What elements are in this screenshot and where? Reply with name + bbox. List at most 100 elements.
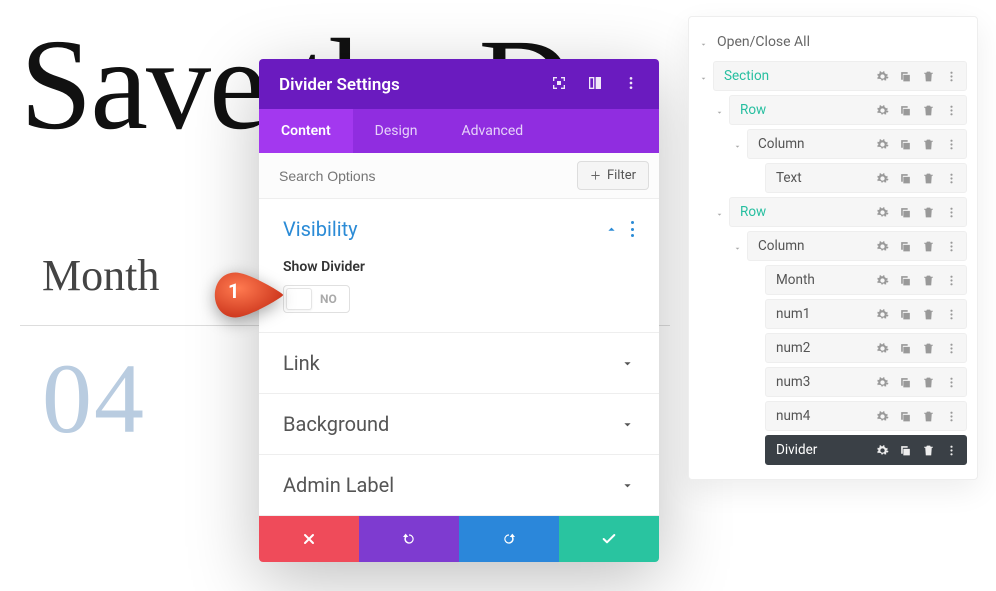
undo-icon bbox=[401, 531, 417, 547]
trash-icon[interactable] bbox=[922, 138, 935, 151]
more-vertical-icon[interactable] bbox=[945, 70, 958, 83]
layers-panel: Open/Close All Section Row Column Text Row Co… bbox=[688, 16, 978, 480]
section-admin-label-title: Admin Label bbox=[283, 473, 394, 497]
trash-icon[interactable] bbox=[922, 342, 935, 355]
duplicate-icon[interactable] bbox=[899, 410, 912, 423]
chevron-down-icon[interactable] bbox=[733, 139, 743, 149]
check-icon bbox=[601, 531, 617, 547]
duplicate-icon[interactable] bbox=[899, 376, 912, 389]
modal-tabs: Content Design Advanced bbox=[259, 109, 659, 153]
duplicate-icon[interactable] bbox=[899, 444, 912, 457]
plus-icon bbox=[590, 170, 601, 181]
more-vertical-icon[interactable] bbox=[945, 206, 958, 219]
trash-icon[interactable] bbox=[922, 70, 935, 83]
layer-node-row[interactable]: Row bbox=[729, 197, 967, 227]
duplicate-icon[interactable] bbox=[899, 342, 912, 355]
layer-node-num4[interactable]: num4 bbox=[765, 401, 967, 431]
open-close-all[interactable]: Open/Close All bbox=[699, 25, 967, 59]
duplicate-icon[interactable] bbox=[899, 138, 912, 151]
more-vertical-icon[interactable] bbox=[631, 221, 635, 237]
filter-button-label: Filter bbox=[607, 168, 636, 183]
chevron-down-icon[interactable] bbox=[715, 105, 725, 115]
duplicate-icon[interactable] bbox=[899, 308, 912, 321]
trash-icon[interactable] bbox=[922, 444, 935, 457]
show-divider-label: Show Divider bbox=[283, 259, 635, 275]
section-background-header[interactable]: Background bbox=[283, 412, 635, 436]
duplicate-icon[interactable] bbox=[899, 274, 912, 287]
more-vertical-icon[interactable] bbox=[945, 376, 958, 389]
section-admin-label-header[interactable]: Admin Label bbox=[283, 473, 635, 497]
expand-icon[interactable] bbox=[587, 75, 603, 95]
more-vertical-icon[interactable] bbox=[945, 274, 958, 287]
duplicate-icon[interactable] bbox=[899, 172, 912, 185]
module-settings-modal: Divider Settings Content Design Advanced bbox=[259, 59, 659, 562]
search-options-input[interactable] bbox=[279, 168, 577, 184]
layer-node-label: Divider bbox=[776, 442, 817, 458]
more-vertical-icon[interactable] bbox=[945, 444, 958, 457]
filter-button[interactable]: Filter bbox=[577, 161, 649, 190]
chevron-down-icon[interactable] bbox=[733, 241, 743, 251]
gear-icon[interactable] bbox=[876, 410, 889, 423]
more-vertical-icon[interactable] bbox=[945, 410, 958, 423]
trash-icon[interactable] bbox=[922, 240, 935, 253]
section-link-header[interactable]: Link bbox=[283, 351, 635, 375]
trash-icon[interactable] bbox=[922, 274, 935, 287]
tab-advanced[interactable]: Advanced bbox=[440, 109, 546, 153]
gear-icon[interactable] bbox=[876, 104, 889, 117]
modal-title: Divider Settings bbox=[279, 75, 400, 95]
duplicate-icon[interactable] bbox=[899, 240, 912, 253]
layer-node-month[interactable]: Month bbox=[765, 265, 967, 295]
save-button[interactable] bbox=[559, 516, 659, 562]
layer-node-num2[interactable]: num2 bbox=[765, 333, 967, 363]
trash-icon[interactable] bbox=[922, 104, 935, 117]
more-vertical-icon[interactable] bbox=[945, 308, 958, 321]
more-vertical-icon[interactable] bbox=[623, 75, 639, 95]
gear-icon[interactable] bbox=[876, 376, 889, 389]
layer-node-label: Row bbox=[740, 102, 766, 118]
more-vertical-icon[interactable] bbox=[945, 240, 958, 253]
layer-node-label: num3 bbox=[776, 374, 810, 390]
show-divider-toggle[interactable]: NO bbox=[283, 285, 350, 313]
trash-icon[interactable] bbox=[922, 206, 935, 219]
close-icon bbox=[301, 531, 317, 547]
tab-content[interactable]: Content bbox=[259, 109, 353, 153]
undo-button[interactable] bbox=[359, 516, 459, 562]
duplicate-icon[interactable] bbox=[899, 104, 912, 117]
gear-icon[interactable] bbox=[876, 138, 889, 151]
section-background: Background bbox=[259, 394, 659, 455]
gear-icon[interactable] bbox=[876, 274, 889, 287]
gear-icon[interactable] bbox=[876, 240, 889, 253]
layer-node-column[interactable]: Column bbox=[747, 129, 967, 159]
gear-icon[interactable] bbox=[876, 206, 889, 219]
chevron-down-icon[interactable] bbox=[699, 71, 709, 81]
layer-node-section[interactable]: Section bbox=[713, 61, 967, 91]
snap-icon[interactable] bbox=[551, 75, 567, 95]
gear-icon[interactable] bbox=[876, 308, 889, 321]
layer-node-row[interactable]: Row bbox=[729, 95, 967, 125]
cancel-button[interactable] bbox=[259, 516, 359, 562]
gear-icon[interactable] bbox=[876, 342, 889, 355]
more-vertical-icon[interactable] bbox=[945, 342, 958, 355]
trash-icon[interactable] bbox=[922, 376, 935, 389]
section-visibility-header[interactable]: Visibility bbox=[283, 217, 635, 241]
more-vertical-icon[interactable] bbox=[945, 172, 958, 185]
more-vertical-icon[interactable] bbox=[945, 138, 958, 151]
more-vertical-icon[interactable] bbox=[945, 104, 958, 117]
layer-node-num3[interactable]: num3 bbox=[765, 367, 967, 397]
chevron-down-icon bbox=[620, 417, 635, 432]
gear-icon[interactable] bbox=[876, 70, 889, 83]
duplicate-icon[interactable] bbox=[899, 70, 912, 83]
redo-button[interactable] bbox=[459, 516, 559, 562]
trash-icon[interactable] bbox=[922, 410, 935, 423]
trash-icon[interactable] bbox=[922, 308, 935, 321]
duplicate-icon[interactable] bbox=[899, 206, 912, 219]
layer-node-divider[interactable]: Divider bbox=[765, 435, 967, 465]
gear-icon[interactable] bbox=[876, 444, 889, 457]
layer-node-column[interactable]: Column bbox=[747, 231, 967, 261]
gear-icon[interactable] bbox=[876, 172, 889, 185]
tab-design[interactable]: Design bbox=[353, 109, 440, 153]
chevron-down-icon[interactable] bbox=[715, 207, 725, 217]
trash-icon[interactable] bbox=[922, 172, 935, 185]
layer-node-text[interactable]: Text bbox=[765, 163, 967, 193]
layer-node-num1[interactable]: num1 bbox=[765, 299, 967, 329]
